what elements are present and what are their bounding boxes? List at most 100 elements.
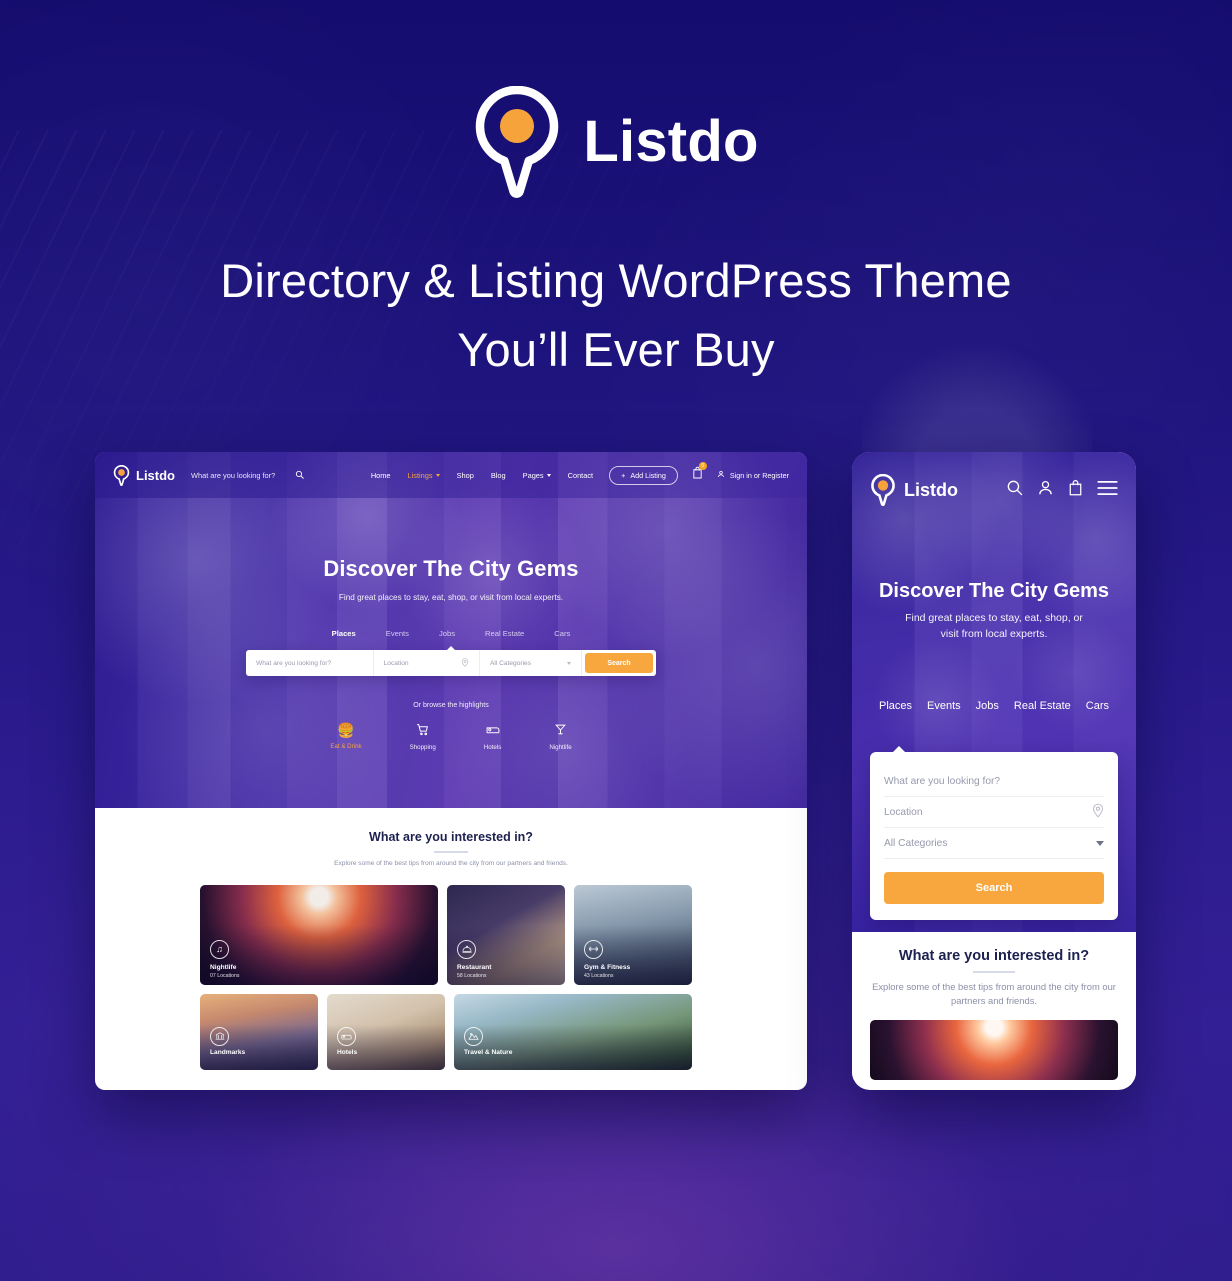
brand-lockup: Listdo xyxy=(0,85,1232,198)
mobile-hero-body: Discover The City Gems Find great places… xyxy=(852,506,1136,643)
category-card-nightlife[interactable]: ♫ Nightlife 07 Locations xyxy=(200,884,438,985)
highlight-label: Hotels xyxy=(483,744,502,751)
interests-subtitle: Explore some of the best tips from aroun… xyxy=(870,980,1118,1008)
nav-label: Contact xyxy=(567,470,594,480)
title-divider xyxy=(973,971,1015,973)
desktop-interests-section: What are you interested in? Explore some… xyxy=(95,808,807,1070)
mobile-header-icons xyxy=(1006,479,1118,501)
category-value: All Categories xyxy=(884,837,948,849)
category-card-restaurant[interactable]: Restaurant 58 Locations xyxy=(447,884,565,985)
category-card-landmarks[interactable]: Landmarks xyxy=(200,993,318,1070)
nav-label: Blog xyxy=(490,470,506,480)
mobile-hero-title: Discover The City Gems xyxy=(878,580,1110,602)
interests-title: What are you interested in? xyxy=(369,830,533,844)
mobile-interests-section: What are you interested in? Explore some… xyxy=(852,932,1136,1080)
nav-item-contact[interactable]: Contact xyxy=(568,471,593,480)
chevron-down-icon xyxy=(435,473,440,477)
sign-in-register-button[interactable]: Sign in or Register xyxy=(717,470,789,480)
card-overlay xyxy=(454,993,692,1070)
highlight-nightlife[interactable]: Nightlife xyxy=(549,723,572,751)
desktop-hero-body: Discover The City Gems Find great places… xyxy=(95,498,807,638)
tab-events[interactable]: Events xyxy=(386,629,409,638)
location-input[interactable]: Location xyxy=(374,650,480,676)
map-pin-icon xyxy=(113,464,130,486)
search-icon[interactable] xyxy=(1006,479,1023,501)
desktop-hero-title: Discover The City Gems xyxy=(323,556,579,581)
category-select[interactable]: All Categories xyxy=(480,650,582,676)
headline-line-1: Directory & Listing WordPress Theme xyxy=(220,254,1012,307)
map-pin-outline-icon[interactable] xyxy=(1092,803,1104,821)
card-name: Hotels xyxy=(337,1048,358,1056)
mobile-navbar: Listdo xyxy=(852,452,1136,507)
interests-subtitle: Explore some of the best tips from aroun… xyxy=(334,859,568,867)
mountain-icon xyxy=(464,1026,483,1046)
nav-item-shop[interactable]: Shop xyxy=(457,471,474,480)
map-pin-outline-icon[interactable] xyxy=(461,657,469,669)
mobile-logo[interactable]: Listdo xyxy=(870,473,958,507)
browse-highlights-label: Or browse the highlights xyxy=(413,702,489,709)
card-row-2: Landmarks Hotels Travel & Nature xyxy=(200,993,702,1070)
category-card-gym-fitness[interactable]: Gym & Fitness 43 Locations xyxy=(574,884,692,985)
tab-real-estate[interactable]: Real Estate xyxy=(1014,700,1071,712)
category-select[interactable]: All Categories xyxy=(884,828,1104,859)
hamburger-menu-icon[interactable] xyxy=(1097,480,1118,501)
tab-cars[interactable]: Cars xyxy=(1086,700,1109,712)
desktop-header-search[interactable]: What are you looking for? xyxy=(191,470,304,481)
search-button[interactable]: Search xyxy=(585,653,653,673)
highlight-eat-and-drink[interactable]: 🍔 Eat & Drink xyxy=(330,723,361,751)
shopping-bag-icon[interactable] xyxy=(1068,479,1083,501)
nav-label: Pages xyxy=(522,470,544,480)
highlight-label: Nightlife xyxy=(549,744,572,751)
cocktail-icon xyxy=(554,723,567,738)
category-card-hotels[interactable]: Hotels xyxy=(327,993,445,1070)
desktop-navbar: Listdo What are you looking for? Home Li… xyxy=(95,452,807,498)
user-icon[interactable] xyxy=(1037,479,1054,501)
interests-title: What are you interested in? xyxy=(898,948,1090,964)
headline-line-2: You’ll Ever Buy xyxy=(457,323,775,377)
nav-item-home[interactable]: Home xyxy=(371,471,391,480)
tab-cars[interactable]: Cars xyxy=(554,629,570,638)
cart-button[interactable]: 0 xyxy=(692,462,707,484)
highlight-shopping[interactable]: Shopping xyxy=(410,723,436,751)
card-name: Landmarks xyxy=(210,1048,246,1056)
highlight-hotels[interactable]: Hotels xyxy=(483,723,502,751)
card-name: Travel & Nature xyxy=(464,1048,513,1056)
mobile-hero: Listdo Discover The City Gems Find great… xyxy=(852,452,1136,932)
nav-item-pages[interactable]: Pages xyxy=(523,471,551,480)
cart-badge: 0 xyxy=(698,462,707,470)
keyword-placeholder: What are you looking for? xyxy=(884,775,1001,787)
desktop-search-tabs: Places Events Jobs Real Estate Cars xyxy=(95,629,807,638)
keyword-input[interactable]: What are you looking for? xyxy=(884,766,1104,797)
map-pin-icon xyxy=(473,85,561,198)
nav-label: Home xyxy=(370,470,391,480)
page-title: Directory & Listing WordPress Theme You’… xyxy=(0,246,1232,384)
desktop-logo[interactable]: Listdo xyxy=(113,464,175,486)
location-input[interactable]: Location xyxy=(884,797,1104,828)
tab-places[interactable]: Places xyxy=(332,629,356,638)
category-card-travel-nature[interactable]: Travel & Nature xyxy=(454,993,692,1070)
title-divider xyxy=(434,851,468,853)
card-count: 43 Locations xyxy=(584,972,614,979)
tab-real-estate[interactable]: Real Estate xyxy=(485,629,524,638)
category-card-nightlife[interactable] xyxy=(870,1019,1118,1080)
search-icon[interactable] xyxy=(295,470,304,481)
dumbbell-icon xyxy=(584,939,603,959)
category-value: All Categories xyxy=(489,659,531,667)
bed-icon xyxy=(486,723,500,738)
desktop-hero: Listdo What are you looking for? Home Li… xyxy=(95,452,807,808)
highlight-label: Shopping xyxy=(409,744,436,751)
nav-item-blog[interactable]: Blog xyxy=(491,471,506,480)
mobile-mockup: Listdo Discover The City Gems Find great… xyxy=(852,452,1136,1090)
tab-events[interactable]: Events xyxy=(927,700,961,712)
tab-jobs[interactable]: Jobs xyxy=(976,700,999,712)
mobile-hero-subtitle-line-2: visit from local experts. xyxy=(940,627,1048,640)
tab-places[interactable]: Places xyxy=(879,700,912,712)
keyword-input[interactable]: What are you looking for? xyxy=(246,650,374,676)
search-button[interactable]: Search xyxy=(884,872,1104,904)
card-name: Gym & Fitness xyxy=(584,963,631,971)
shopping-cart-icon xyxy=(416,723,429,738)
add-listing-button[interactable]: + Add Listing xyxy=(609,465,678,485)
nav-item-listings[interactable]: Listings xyxy=(408,471,440,480)
chevron-down-icon xyxy=(546,473,551,477)
tab-jobs[interactable]: Jobs xyxy=(439,629,455,638)
